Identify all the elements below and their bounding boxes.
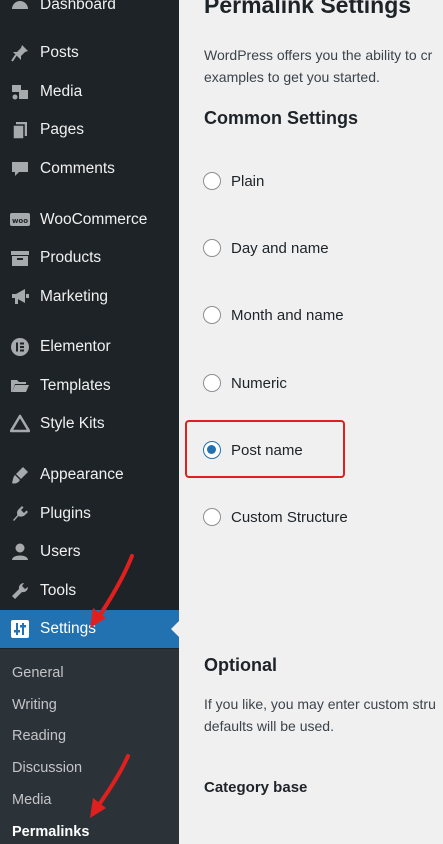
sidebar-item-comments[interactable]: Comments [0,150,179,188]
page-description: WordPress offers you the ability to cr e… [204,44,443,88]
megaphone-icon [9,286,31,308]
radio-label: Plain [231,172,265,190]
description-line: WordPress offers you the ability to cr [204,47,433,63]
pin-icon [9,42,31,64]
sidebar-item-plugins[interactable]: Plugins [0,495,179,533]
radio-label: Day and name [231,239,329,257]
sidebar-item-label: Tools [40,582,77,599]
submenu-item-discussion[interactable]: Discussion [12,760,82,776]
radio-option-plain[interactable]: Plain [203,172,264,190]
optional-heading: Optional [204,655,277,675]
sidebar-item-label: Products [40,249,102,266]
submenu-item-general[interactable]: General [12,665,64,681]
submenu-item-media[interactable]: Media [12,792,52,808]
brush-icon [9,464,31,486]
sidebar-item-templates[interactable]: Templates [0,367,179,405]
sidebar-item-media[interactable]: Media [0,73,179,111]
sidebar-item-label: Comments [40,160,115,177]
sidebar-item-label: WooCommerce [40,211,148,228]
sidebar-item-label: Plugins [40,505,91,522]
submenu-item-reading[interactable]: Reading [12,728,66,744]
comment-icon [9,158,31,180]
radio-option-day-and-name[interactable]: Day and name [203,239,329,257]
radio-label: Numeric [231,374,287,392]
sidebar-item-label: Pages [40,121,84,138]
sidebar-item-style-kits[interactable]: Style Kits [0,405,179,443]
settings-sliders-icon [9,618,31,640]
svg-text:woo: woo [12,217,28,225]
category-base-label: Category base [204,779,308,796]
sidebar-item-appearance[interactable]: Appearance [0,456,179,494]
triangle-icon [9,413,31,435]
annotation-highlight-box [185,420,345,478]
sidebar-item-label: Posts [40,44,79,61]
common-settings-heading: Common Settings [204,108,359,128]
submenu-item-writing[interactable]: Writing [12,697,57,713]
sidebar-item-marketing[interactable]: Marketing [0,278,179,316]
sidebar-item-label: Elementor [40,338,111,355]
folder-open-icon [9,375,31,397]
sidebar-item-woocommerce[interactable]: woo WooCommerce [0,201,179,239]
sidebar-item-label: Style Kits [40,415,105,432]
radio-label: Custom Structure [231,508,348,526]
sidebar-item-pages[interactable]: Pages [0,111,179,149]
sidebar-item-products[interactable]: Products [0,239,179,277]
sidebar-item-users[interactable]: Users [0,533,179,571]
radio-option-month-and-name[interactable]: Month and name [203,306,344,324]
sidebar-item-posts[interactable]: Posts [0,34,179,72]
sidebar-item-label: Appearance [40,466,124,483]
sidebar-item-label: Marketing [40,288,109,305]
radio-button[interactable] [203,239,221,257]
archive-icon [9,247,31,269]
sidebar-item-settings[interactable]: Settings [0,610,179,648]
radio-option-numeric[interactable]: Numeric [203,374,287,392]
description-line: If you like, you may enter custom stru [204,696,436,712]
radio-button[interactable] [203,172,221,190]
sidebar-item-tools[interactable]: Tools [0,572,179,610]
radio-option-custom-structure[interactable]: Custom Structure [203,508,348,526]
sidebar-item-label: Settings [40,620,97,637]
wrench-icon [9,580,31,602]
main-content: Permalink Settings WordPress offers you … [179,0,443,844]
sidebar-item-label: Templates [40,377,111,394]
media-icon [9,81,31,103]
admin-sidebar: Dashboard Posts Media Pages Comments woo… [0,0,179,844]
page-title: Permalink Settings [204,0,412,18]
optional-description: If you like, you may enter custom stru d… [204,693,443,737]
sidebar-item-label: Dashboard [40,0,116,13]
dashboard-icon [9,0,31,16]
radio-button[interactable] [203,374,221,392]
sidebar-item-label: Media [40,83,83,100]
sidebar-item-dashboard[interactable]: Dashboard [0,0,179,24]
woocommerce-icon: woo [9,209,31,231]
submenu-item-permalinks[interactable]: Permalinks [12,824,89,840]
sidebar-item-elementor[interactable]: Elementor [0,328,179,366]
user-icon [9,541,31,563]
plug-icon [9,503,31,525]
description-line: examples to get you started. [204,69,380,85]
radio-button[interactable] [203,508,221,526]
description-line: defaults will be used. [204,718,334,734]
sidebar-item-label: Users [40,543,81,560]
radio-label: Month and name [231,306,344,324]
elementor-icon [9,336,31,358]
settings-submenu: General Writing Reading Discussion Media… [0,649,179,844]
radio-button[interactable] [203,306,221,324]
pages-icon [9,119,31,141]
